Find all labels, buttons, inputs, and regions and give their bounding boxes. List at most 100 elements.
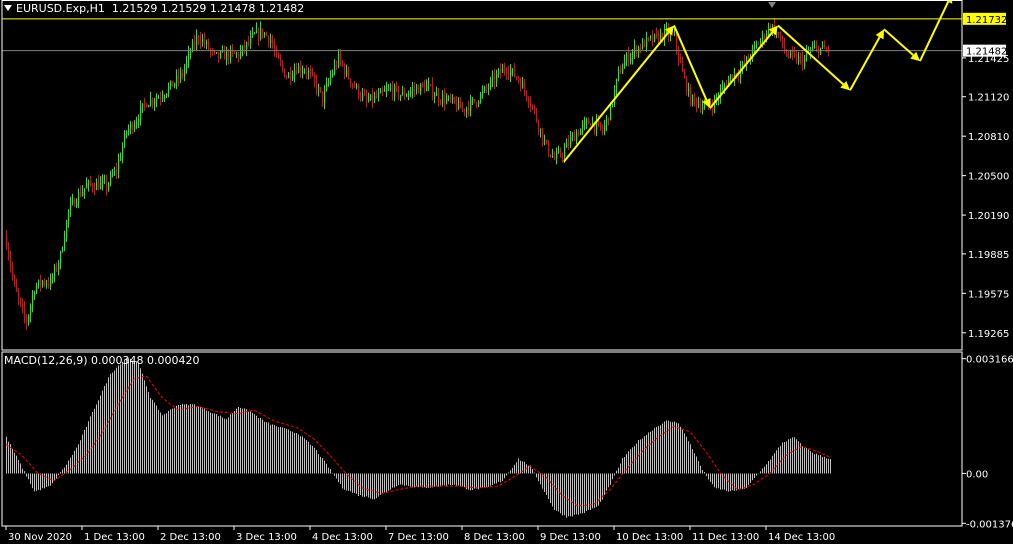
candle-body [124,133,126,147]
candle-body [450,96,452,100]
candle-body [460,101,462,109]
candle-body [496,73,498,82]
candle-body [760,40,762,46]
candle-body [804,57,806,67]
candle-body [270,39,272,43]
candle-body [584,121,586,125]
candle-body [94,188,96,190]
candle-body [524,83,526,92]
candle-body [556,152,558,159]
candle-body [730,74,732,80]
candle-body [50,278,52,286]
candle-body [508,72,510,75]
candle-body [470,99,472,112]
candle-body [562,155,564,157]
candle [288,72,290,79]
candle-body [796,54,798,63]
candle-body [512,68,514,71]
candle-body [432,84,434,97]
candle-body [88,180,90,185]
candle-body [700,104,702,110]
price-tick-label: 1.21120 [968,93,1009,104]
candle-body [26,316,28,324]
candle-body [126,131,128,134]
candle-body [608,117,610,121]
candle-body [170,80,172,87]
time-tick-label: 1 Dec 13:00 [84,532,145,543]
candle-body [10,256,12,267]
time-tick-label: 3 Dec 13:00 [236,532,297,543]
candle-body [218,52,220,58]
candle-body [298,66,300,74]
macd-tick-label: 0.003166 [966,355,1013,366]
candle-body [140,107,142,121]
candle-body [552,156,554,158]
candle-body [78,192,80,203]
candle-body [456,102,458,110]
candle-body [546,139,548,143]
candle-body [24,308,26,317]
candle-body [256,29,258,34]
candle-body [152,98,154,104]
candle-body [384,90,386,92]
candle-body [368,100,370,102]
candle-body [194,41,196,46]
candle-body [74,199,76,207]
candle-body [80,192,82,196]
candle-body [234,51,236,54]
time-tick-label: 8 Dec 13:00 [464,532,525,543]
candle-body [160,97,162,99]
candle-body [302,71,304,73]
candle-body [156,98,158,102]
candle-body [104,180,106,182]
candle-body [554,156,556,159]
dropdown-triangle-icon[interactable] [4,5,12,11]
price-axis: 1.214251.211201.208101.205001.201901.198… [962,12,1009,340]
candle-body [70,203,72,211]
candle-body [486,87,488,89]
candle [692,94,694,107]
candle-body [294,70,296,77]
candle-body [100,182,102,190]
candle-body [240,51,242,58]
candle-body [188,52,190,61]
candle-body [324,89,326,103]
candle-body [284,68,286,78]
candle-body [522,83,524,89]
candle-body [638,46,640,54]
candle-body [448,96,450,99]
candle-body [326,83,328,90]
candle-body [816,46,818,48]
candle-body [378,93,380,98]
candle-body [150,98,152,106]
candle-body [586,120,588,122]
candle [690,84,692,107]
candle-body [806,52,808,58]
candle-body [116,170,118,172]
candle-body [330,75,332,82]
candle-body [528,98,530,104]
candle-body [676,33,678,49]
candle-body [304,71,306,73]
candle-body [290,72,292,79]
candle-body [418,86,420,94]
candle-body [620,69,622,74]
candle-body [542,128,544,141]
candle-body [658,34,660,42]
candle-body [162,97,164,99]
candle-body [86,184,88,189]
candle-body [614,89,616,104]
candle-body [28,315,30,324]
candle-body [200,38,202,43]
candle-body [312,72,314,75]
candle-body [826,48,828,50]
candle-body [252,33,254,37]
candle-body [318,87,320,91]
candle-body [454,97,456,103]
candle-body [540,128,542,131]
candle-body [526,91,528,99]
candle-body [698,104,700,107]
time-tick-label: 14 Dec 13:00 [768,532,835,543]
bid-price-label: 1.21482 [963,44,1007,58]
candle-body [472,99,474,101]
